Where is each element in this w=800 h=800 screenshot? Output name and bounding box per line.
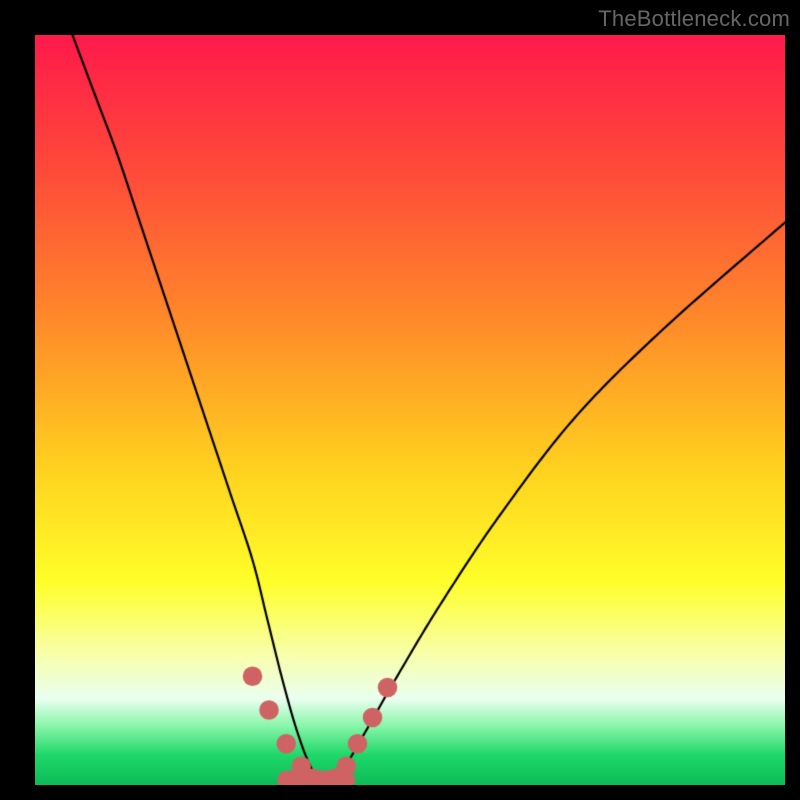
bottleneck-curve-plot — [35, 35, 785, 785]
chart-stage: TheBottleneck.com — [0, 0, 800, 800]
watermark-label: TheBottleneck.com — [598, 6, 790, 32]
